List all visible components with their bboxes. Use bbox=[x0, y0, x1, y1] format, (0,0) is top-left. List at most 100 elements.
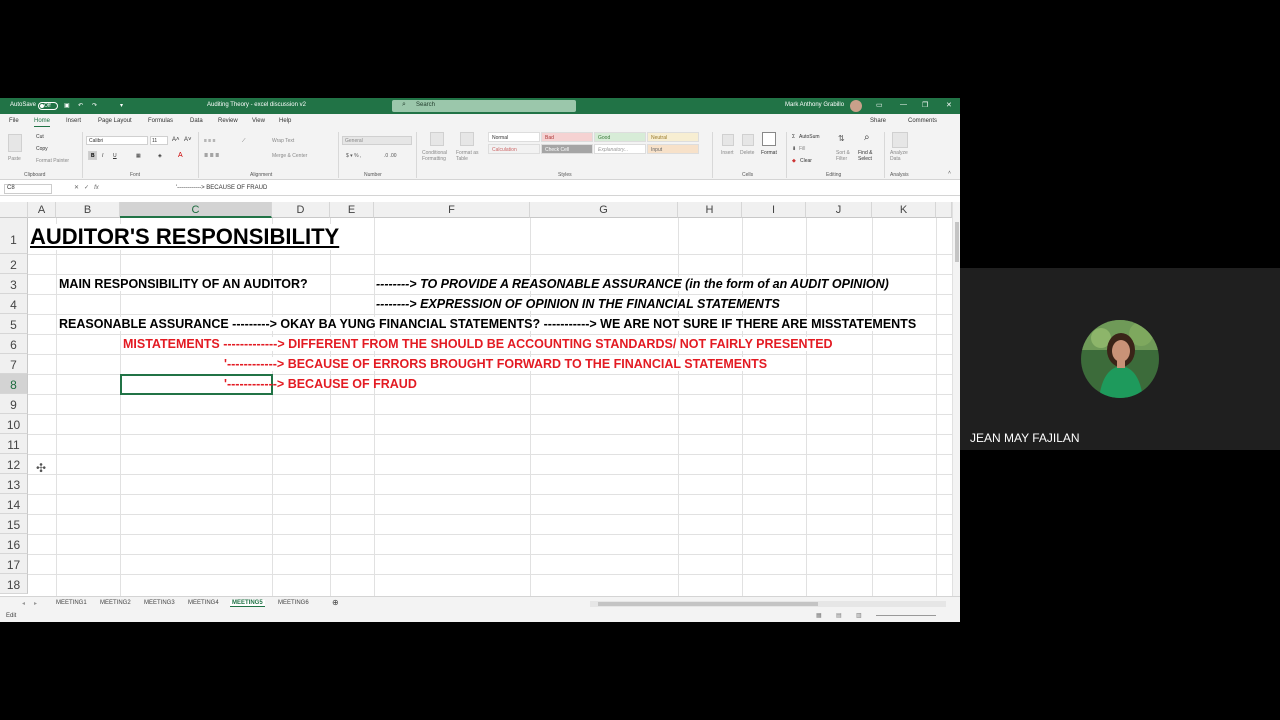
cut-button[interactable]: Cut bbox=[36, 134, 44, 140]
style-input[interactable]: Input bbox=[647, 144, 699, 154]
ribbon-display-icon[interactable]: ▭ bbox=[876, 101, 883, 109]
cell-e3[interactable]: --------> TO PROVIDE A REASONABLE ASSURA… bbox=[376, 277, 889, 291]
style-bad[interactable]: Bad bbox=[541, 132, 593, 142]
row-header[interactable]: 11 bbox=[0, 434, 28, 454]
row-header[interactable]: 13 bbox=[0, 474, 28, 494]
delete-cells-icon[interactable] bbox=[742, 134, 754, 146]
tab-data[interactable]: Data bbox=[190, 118, 203, 124]
column-header-partial[interactable] bbox=[936, 202, 952, 218]
format-table-icon[interactable] bbox=[460, 132, 474, 146]
save-icon[interactable]: ▣ bbox=[64, 102, 70, 109]
style-check-cell[interactable]: Check Cell bbox=[541, 144, 593, 154]
row-header[interactable]: 10 bbox=[0, 414, 28, 434]
paste-icon[interactable] bbox=[8, 134, 22, 152]
wrap-text-button[interactable]: Wrap Text bbox=[272, 138, 294, 144]
decimal-icon[interactable]: .0 .00 bbox=[384, 153, 397, 159]
italic-icon[interactable]: I bbox=[102, 153, 103, 159]
row-header[interactable]: 3 bbox=[0, 274, 28, 294]
style-good[interactable]: Good bbox=[594, 132, 646, 142]
clear-button[interactable]: Clear bbox=[800, 158, 812, 164]
share-button[interactable]: Share bbox=[870, 118, 886, 124]
row-header[interactable]: 4 bbox=[0, 294, 28, 314]
style-normal[interactable]: Normal bbox=[488, 132, 540, 142]
conditional-formatting-button[interactable]: Conditional Formatting bbox=[422, 150, 452, 162]
row-header[interactable]: 15 bbox=[0, 514, 28, 534]
column-header[interactable]: B bbox=[56, 202, 120, 218]
page-layout-view-icon[interactable]: ▤ bbox=[836, 612, 842, 619]
copy-button[interactable]: Copy bbox=[36, 146, 48, 152]
format-cells-icon[interactable] bbox=[762, 132, 776, 146]
sheet-tab-meeting1[interactable]: MEETING1 bbox=[56, 600, 87, 606]
row-header[interactable]: 5 bbox=[0, 314, 28, 334]
find-select-icon[interactable]: ⌕ bbox=[864, 132, 870, 143]
sheet-tab-meeting5[interactable]: MEETING5 bbox=[230, 600, 265, 607]
function-icon[interactable]: fx bbox=[94, 185, 99, 191]
fill-icon[interactable]: ⬇ bbox=[792, 146, 796, 152]
borders-icon[interactable]: ▦ bbox=[136, 153, 141, 159]
align-left-icon[interactable]: ≣ ≣ ≣ bbox=[204, 153, 219, 159]
next-sheet-icon[interactable]: ▸ bbox=[34, 600, 37, 607]
sheet-tab-meeting3[interactable]: MEETING3 bbox=[144, 600, 175, 606]
tab-view[interactable]: View bbox=[252, 118, 265, 124]
fill-button[interactable]: Fill bbox=[799, 146, 805, 152]
redo-icon[interactable]: ↷ bbox=[92, 102, 97, 109]
column-header[interactable]: H bbox=[678, 202, 742, 218]
font-color-icon[interactable]: A bbox=[178, 152, 183, 159]
horizontal-scrollbar[interactable] bbox=[590, 601, 946, 607]
cell-c8[interactable]: '------------> BECAUSE OF FRAUD bbox=[224, 377, 417, 391]
cell-e4[interactable]: --------> EXPRESSION OF OPINION IN THE F… bbox=[376, 297, 780, 311]
close-icon[interactable]: ✕ bbox=[946, 101, 952, 109]
sort-filter-icon[interactable]: ⇅ bbox=[838, 134, 845, 143]
row-header[interactable]: 9 bbox=[0, 394, 28, 414]
column-header[interactable]: C bbox=[120, 202, 272, 218]
sheet-tab-meeting6[interactable]: MEETING6 bbox=[278, 600, 309, 606]
prev-sheet-icon[interactable]: ◂ bbox=[22, 600, 25, 607]
tab-review[interactable]: Review bbox=[218, 118, 238, 124]
comments-button[interactable]: Comments bbox=[908, 118, 937, 124]
underline-icon[interactable]: U bbox=[113, 153, 117, 159]
row-header[interactable]: 1 bbox=[0, 218, 28, 254]
row-header[interactable]: 17 bbox=[0, 554, 28, 574]
column-header[interactable]: G bbox=[530, 202, 678, 218]
align-top-icon[interactable]: ≡ ≡ ≡ bbox=[204, 138, 216, 144]
autosum-button[interactable]: AutoSum bbox=[799, 134, 820, 140]
insert-cells-icon[interactable] bbox=[722, 134, 734, 146]
analyze-data-button[interactable]: Analyze Data bbox=[890, 150, 912, 162]
column-header[interactable]: J bbox=[806, 202, 872, 218]
format-table-button[interactable]: Format as Table bbox=[456, 150, 482, 162]
tab-file[interactable]: File bbox=[9, 118, 19, 124]
column-header[interactable]: K bbox=[872, 202, 936, 218]
cell-b3[interactable]: MAIN RESPONSIBILITY OF AN AUDITOR? bbox=[59, 277, 308, 291]
sheet-tab-meeting4[interactable]: MEETING4 bbox=[188, 600, 219, 606]
sheet-tab-meeting2[interactable]: MEETING2 bbox=[100, 600, 131, 606]
orientation-icon[interactable]: ⟋ bbox=[242, 138, 246, 144]
grow-font-icon[interactable]: A˄ bbox=[172, 137, 180, 143]
column-header[interactable]: D bbox=[272, 202, 330, 218]
analyze-data-icon[interactable] bbox=[892, 132, 908, 148]
cell-c6[interactable]: MISTATEMENTS -------------> DIFFERENT FR… bbox=[123, 337, 833, 351]
formula-input[interactable]: '------------> BECAUSE OF FRAUD bbox=[176, 185, 267, 191]
cell-a1[interactable]: AUDITOR'S RESPONSIBILITY bbox=[30, 224, 340, 250]
row-header[interactable]: 14 bbox=[0, 494, 28, 514]
style-explanatory[interactable]: Explanatory... bbox=[594, 144, 646, 154]
cancel-icon[interactable]: ✕ bbox=[74, 185, 79, 191]
tab-help[interactable]: Help bbox=[279, 118, 291, 124]
format-cells-button[interactable]: Format bbox=[761, 150, 777, 156]
vertical-scrollbar[interactable] bbox=[952, 202, 960, 596]
sort-filter-button[interactable]: Sort & Filter bbox=[836, 150, 858, 162]
row-header[interactable]: 7 bbox=[0, 354, 28, 374]
style-calculation[interactable]: Calculation bbox=[488, 144, 540, 154]
merge-center-button[interactable]: Merge & Center bbox=[272, 153, 307, 159]
style-neutral[interactable]: Neutral bbox=[647, 132, 699, 142]
name-box[interactable]: C8 bbox=[4, 184, 52, 194]
add-sheet-icon[interactable]: ⊕ bbox=[332, 598, 339, 607]
column-header[interactable]: F bbox=[374, 202, 530, 218]
collapse-ribbon-icon[interactable]: ˄ bbox=[948, 170, 951, 176]
row-header[interactable]: 18 bbox=[0, 574, 28, 594]
page-break-view-icon[interactable]: ▥ bbox=[856, 612, 862, 619]
shrink-font-icon[interactable]: A˅ bbox=[184, 137, 192, 143]
cell-c7[interactable]: '------------> BECAUSE OF ERRORS BROUGHT… bbox=[224, 357, 768, 371]
column-header[interactable]: I bbox=[742, 202, 806, 218]
minimize-icon[interactable]: — bbox=[900, 101, 907, 108]
customize-icon[interactable]: ▾ bbox=[120, 102, 123, 109]
